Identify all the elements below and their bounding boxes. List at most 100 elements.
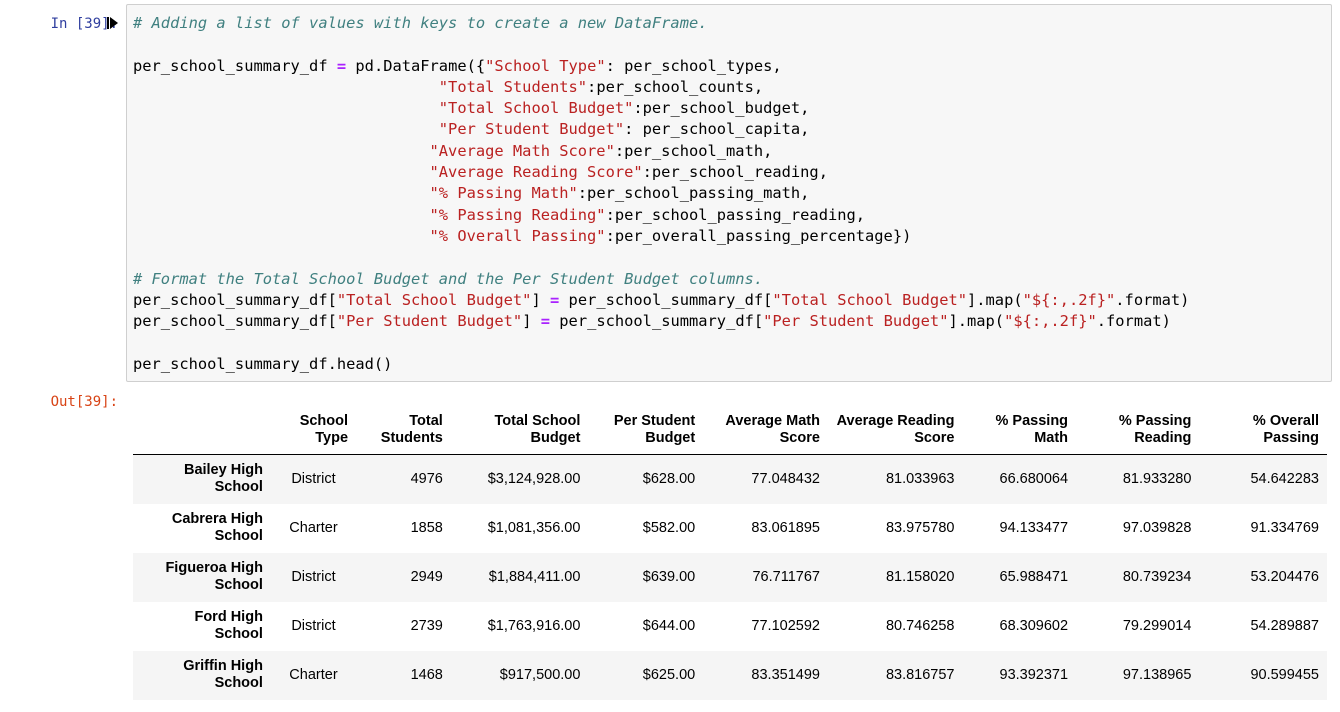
table-row: Figueroa High School District 2949 $1,884,41…	[133, 552, 1327, 602]
table-cell: 54.642283	[1250, 470, 1319, 487]
column-header-text: Total	[409, 413, 443, 429]
row-index-text: School	[214, 675, 263, 691]
table-cell: 77.048432	[751, 470, 820, 487]
table-cell: $625.00	[642, 666, 696, 683]
table-cell: 83.816757	[885, 666, 955, 683]
column-header[interactable]: % Passing Math	[962, 405, 1077, 455]
table-cell: $639.00	[642, 568, 696, 585]
table-cell: $917,500.00	[499, 666, 581, 683]
table-body: Bailey High School District 4976 $3,124,928.…	[133, 454, 1327, 700]
table-cell: 53.204476	[1250, 568, 1319, 585]
output-area: School Type Total Students Total School Budge…	[133, 405, 1327, 700]
row-index: Ford High School	[133, 602, 271, 651]
table-cell: 83.975780	[885, 519, 955, 536]
table-cell: 83.351499	[751, 666, 820, 683]
row-index-text: Ford High	[194, 609, 263, 625]
header-row: School Type Total Students Total School Budge…	[133, 405, 1327, 455]
row-index-text: Griffin High	[183, 658, 263, 674]
code-comment: # Format the Total School Budget and the…	[133, 269, 764, 288]
row-index-text: School	[214, 528, 263, 544]
column-header-text: Math	[1034, 430, 1069, 446]
table-cell: 93.392371	[999, 666, 1069, 683]
table-cell: 66.680064	[999, 470, 1069, 487]
row-index-text: School	[214, 577, 263, 593]
column-header-text: Students	[380, 430, 443, 446]
table-cell: $1,763,916.00	[487, 617, 581, 634]
column-header-text: Budget	[645, 430, 696, 446]
row-index-text: School	[214, 626, 263, 642]
column-header-text: Average Math	[725, 413, 820, 429]
table-cell: Charter	[289, 666, 338, 683]
table-cell: $644.00	[642, 617, 696, 634]
table-cell: District	[291, 568, 336, 585]
table-cell: District	[291, 617, 336, 634]
table-cell: 79.299014	[1122, 617, 1192, 634]
table-row: Ford High School District 2739 $1,763,916.00…	[133, 602, 1327, 651]
column-header-text: % Passing	[1118, 413, 1192, 429]
column-header[interactable]: School Type	[270, 405, 357, 455]
column-header-text: Total School	[494, 413, 581, 429]
table-cell: 81.158020	[885, 568, 955, 585]
table-cell: 97.138965	[1122, 666, 1192, 683]
code-block[interactable]: # Adding a list of values with keys to c…	[133, 13, 1189, 375]
table-cell: $1,884,411.00	[488, 568, 581, 585]
column-header-text: Score	[779, 430, 820, 446]
table-cell: 94.133477	[999, 519, 1069, 536]
table-cell: Charter	[289, 519, 338, 536]
column-header[interactable]: % Passing Reading	[1076, 405, 1200, 455]
column-header-text: School	[299, 413, 349, 429]
column-header-text: Score	[914, 430, 955, 446]
table-cell: 80.746258	[885, 617, 955, 634]
row-index: Cabrera High School	[133, 504, 271, 553]
row-index: Figueroa High School	[133, 553, 271, 602]
column-header-text: Budget	[530, 430, 581, 446]
table-cell: 91.334769	[1250, 519, 1319, 536]
column-header-text: Passing	[1263, 430, 1319, 446]
row-index: Bailey High School	[133, 455, 271, 504]
column-header-text: % Overall	[1252, 413, 1319, 429]
row-index-text: Figueroa High	[165, 560, 263, 576]
table-cell: $1,081,356.00	[487, 519, 581, 536]
table-cell: 1858	[410, 519, 443, 536]
table-cell: 1468	[410, 666, 443, 683]
column-header-text: Type	[315, 430, 349, 446]
column-header[interactable]: Per Student Budget	[588, 405, 704, 455]
run-cell-icon[interactable]	[106, 15, 120, 31]
table-cell: 65.988471	[999, 568, 1069, 585]
table-cell: 97.039828	[1122, 519, 1192, 536]
column-header-text: Per Student	[613, 413, 696, 429]
dataframe-table: School Type Total Students Total School Budge…	[133, 405, 1327, 700]
code-cell-editor[interactable]: # Adding a list of values with keys to c…	[126, 4, 1332, 382]
table-cell: 76.711767	[752, 568, 820, 585]
table-cell: 4976	[410, 470, 443, 487]
table-cell: 83.061895	[751, 519, 820, 536]
row-index-text: Bailey High	[183, 462, 263, 479]
table-cell: 81.033963	[885, 470, 955, 487]
column-header[interactable]: Total Students	[356, 405, 451, 455]
output-prompt: Out[39]:	[50, 394, 118, 410]
table-cell: $628.00	[642, 470, 696, 487]
row-index-text: School	[214, 479, 263, 496]
table-row: Griffin High School Charter 1468 $917,500.00…	[133, 650, 1327, 700]
column-header[interactable]: Average Reading Score	[827, 405, 963, 455]
code-comment: # Adding a list of values with keys to c…	[133, 14, 708, 32]
table-header: School Type Total Students Total School Budge…	[133, 405, 1327, 455]
table-cell: 2739	[410, 617, 443, 634]
row-index-text: Cabrera High	[171, 511, 263, 527]
table-cell: 68.309602	[999, 617, 1069, 634]
table-cell: District	[291, 470, 336, 487]
row-index: Griffin High School	[133, 651, 271, 700]
column-header[interactable]: Average Math Score	[703, 405, 828, 455]
column-header-text: Reading	[1134, 430, 1192, 446]
column-header[interactable]: Total School Budget	[450, 405, 589, 455]
column-header-text: % Passing	[995, 413, 1069, 429]
table-cell: 77.102592	[751, 617, 820, 634]
table-cell: $3,124,928.00	[487, 470, 581, 487]
table-cell: 80.739234	[1122, 568, 1192, 585]
index-header	[133, 405, 271, 455]
column-header[interactable]: % Overall Passing	[1199, 405, 1327, 455]
table-row: Cabrera High School Charter 1858 $1,081,356.…	[133, 504, 1327, 553]
table-cell: 54.289887	[1250, 617, 1319, 634]
table-cell: 90.599455	[1250, 666, 1319, 683]
table-cell: $582.00	[642, 519, 696, 536]
